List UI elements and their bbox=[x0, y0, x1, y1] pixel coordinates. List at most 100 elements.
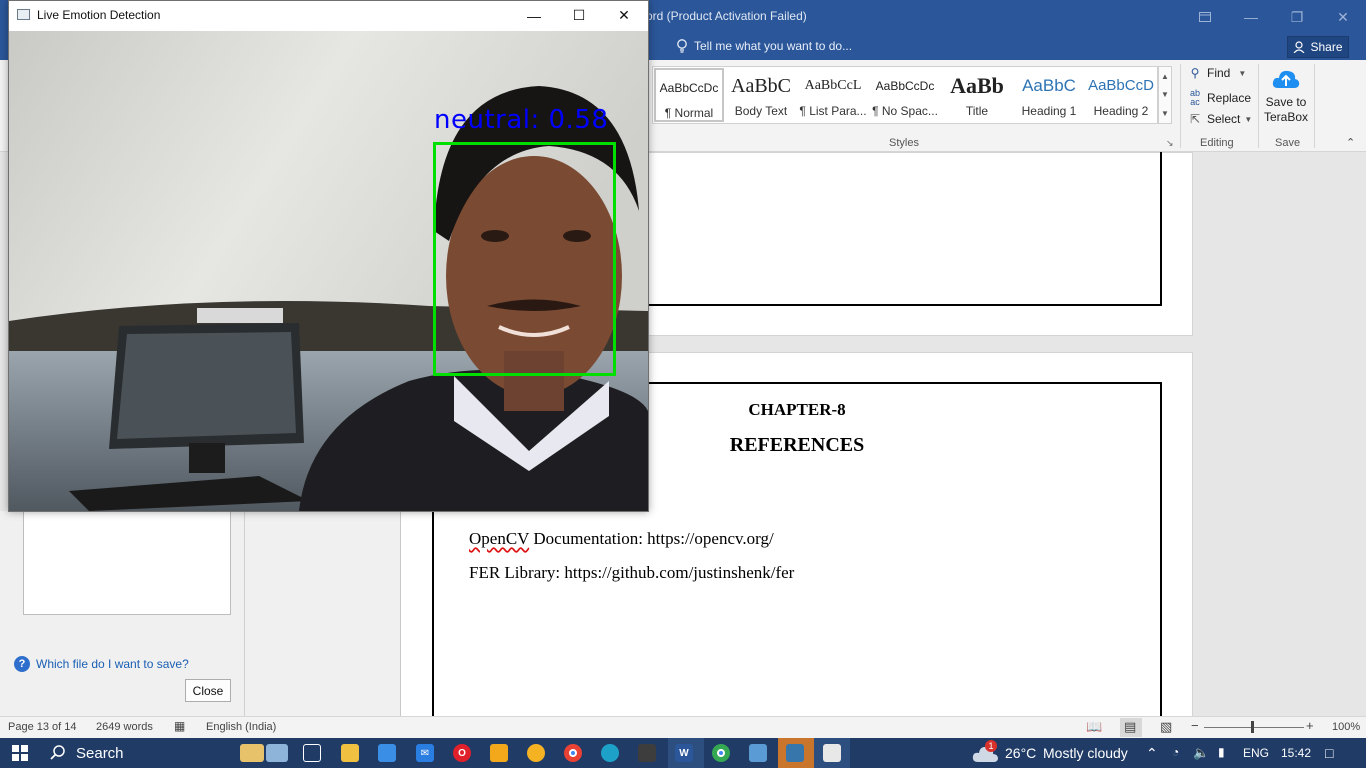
mail-icon[interactable]: ✉ bbox=[416, 744, 434, 762]
reference-fer: FER Library: https://github.com/justinsh… bbox=[469, 563, 795, 582]
taskbar-search[interactable]: Search bbox=[40, 738, 236, 768]
share-label: Share bbox=[1310, 40, 1343, 54]
lightbulb-icon bbox=[677, 39, 687, 53]
group-separator bbox=[1314, 64, 1315, 148]
windows-icon bbox=[12, 745, 28, 761]
notepad-icon[interactable] bbox=[823, 744, 841, 762]
minimize-button[interactable]: — bbox=[511, 1, 557, 30]
file-preview-box bbox=[23, 511, 231, 615]
emotion-window-title: Live Emotion Detection bbox=[37, 8, 161, 22]
microsoft-store-icon[interactable] bbox=[378, 744, 396, 762]
chrome-profile-icon[interactable] bbox=[712, 744, 730, 762]
styles-gallery-scroll[interactable]: ▲ ▼ ▼ bbox=[1158, 66, 1172, 124]
clock[interactable]: 15:42 bbox=[1281, 746, 1311, 760]
find-button[interactable]: ⚲ Find ▼ bbox=[1187, 66, 1247, 80]
replace-icon: ab ac bbox=[1189, 88, 1200, 107]
style-heading-1[interactable]: AaBbC Heading 1 bbox=[1014, 68, 1084, 122]
word-count[interactable]: 2649 words bbox=[96, 721, 153, 733]
close-pane-button[interactable]: Close bbox=[185, 679, 231, 702]
weather-badge: 1 bbox=[985, 740, 997, 752]
share-button[interactable]: Share bbox=[1287, 36, 1349, 58]
zoom-out-button[interactable]: − bbox=[1191, 718, 1199, 733]
pane-divider bbox=[400, 511, 401, 716]
start-button[interactable] bbox=[0, 738, 40, 768]
group-separator bbox=[1180, 64, 1181, 148]
battery-icon[interactable]: ▮ bbox=[1218, 745, 1225, 759]
app-window-icon[interactable] bbox=[638, 744, 656, 762]
search-icon bbox=[50, 745, 65, 760]
weather-temp[interactable]: 26°C bbox=[1005, 745, 1036, 761]
styles-dialog-launcher-icon[interactable]: ↘ bbox=[1166, 138, 1174, 149]
face-bounding-box bbox=[433, 142, 616, 376]
save-to-terabox-button[interactable]: Save to TeraBox bbox=[1264, 66, 1308, 125]
question-icon: ? bbox=[14, 656, 30, 672]
file-explorer-icon[interactable] bbox=[341, 744, 359, 762]
app-icon[interactable] bbox=[490, 744, 508, 762]
word-window-title: ord (Product Activation Failed) bbox=[646, 9, 807, 23]
language-indicator[interactable]: English (India) bbox=[206, 721, 276, 733]
replace-button[interactable]: ab ac Replace bbox=[1187, 89, 1251, 107]
maximize-button[interactable]: ☐ bbox=[556, 1, 602, 30]
wifi-icon[interactable]: ◔ bbox=[1172, 745, 1179, 759]
chevron-up-icon[interactable]: ▲ bbox=[1161, 72, 1169, 81]
styles-group-label: Styles bbox=[889, 137, 919, 149]
weather-desc[interactable]: Mostly cloudy bbox=[1043, 745, 1128, 761]
spelling-error[interactable]: OpenCV bbox=[469, 529, 529, 548]
chrome-icon[interactable] bbox=[564, 744, 582, 762]
chevron-down-icon[interactable]: ▼ bbox=[1161, 90, 1169, 99]
proofing-icon[interactable]: ▦ bbox=[174, 719, 185, 733]
laptop-icon[interactable] bbox=[266, 744, 288, 762]
more-styles-icon[interactable]: ▼ bbox=[1161, 109, 1169, 118]
style-body-text[interactable]: AaBbC Body Text bbox=[726, 68, 796, 122]
close-word-button[interactable]: ✕ bbox=[1320, 0, 1366, 34]
pane-divider bbox=[244, 511, 245, 716]
ribbon-display-options-button[interactable] bbox=[1182, 0, 1228, 34]
app-window-icon bbox=[17, 9, 30, 20]
style-no-spacing[interactable]: AaBbCcDc ¶ No Spac... bbox=[870, 68, 940, 122]
opera-icon[interactable]: O bbox=[453, 744, 471, 762]
zoom-in-button[interactable]: + bbox=[1306, 718, 1314, 733]
input-language[interactable]: ENG bbox=[1243, 746, 1269, 760]
notifications-icon[interactable]: □ bbox=[1325, 745, 1333, 761]
emotion-label: neutral: 0.58 bbox=[434, 105, 609, 135]
reference-opencv: OpenCV Documentation: https://opencv.org… bbox=[469, 529, 774, 548]
volume-icon[interactable]: 🔈 bbox=[1193, 745, 1209, 761]
weather-widget[interactable]: 1 bbox=[972, 740, 1004, 764]
word-icon[interactable]: W bbox=[675, 744, 693, 762]
person-icon bbox=[1294, 41, 1305, 53]
page-count[interactable]: Page 13 of 14 bbox=[8, 721, 77, 733]
read-mode-icon[interactable]: 📖 bbox=[1086, 719, 1102, 735]
tell-me-text: Tell me what you want to do... bbox=[694, 39, 853, 53]
search-icon: ⚲ bbox=[1190, 66, 1200, 80]
save-group-label: Save bbox=[1275, 137, 1301, 149]
select-button[interactable]: ⇱ Select ▼ bbox=[1187, 112, 1252, 126]
style-heading-2[interactable]: AaBbCcD Heading 2 bbox=[1086, 68, 1156, 122]
python-icon[interactable] bbox=[786, 744, 804, 762]
web-layout-icon[interactable]: ▧ bbox=[1160, 719, 1172, 735]
norton-icon[interactable] bbox=[527, 744, 545, 762]
help-link[interactable]: ? Which file do I want to save? bbox=[14, 656, 189, 672]
style-title[interactable]: AaBb Title bbox=[942, 68, 1012, 122]
zoom-slider-thumb[interactable] bbox=[1251, 721, 1254, 733]
status-bar: Page 13 of 14 2649 words ▦ English (Indi… bbox=[0, 716, 1366, 738]
zoom-slider-track[interactable] bbox=[1204, 727, 1304, 728]
group-separator bbox=[1258, 64, 1259, 148]
tell-me-search[interactable]: Tell me what you want to do... bbox=[676, 39, 852, 53]
chevron-down-icon: ▼ bbox=[1244, 114, 1253, 124]
style-normal[interactable]: AaBbCcDc ¶ Normal bbox=[654, 68, 724, 122]
collapse-ribbon-icon[interactable]: ⌃ bbox=[1346, 136, 1355, 149]
print-layout-icon[interactable]: ▤ bbox=[1124, 719, 1136, 735]
search-highlight-icon[interactable] bbox=[240, 744, 264, 762]
zoom-level[interactable]: 100% bbox=[1332, 721, 1360, 733]
close-button[interactable]: ✕ bbox=[601, 1, 647, 30]
restore-button[interactable]: ❐ bbox=[1274, 0, 1320, 34]
minimize-button[interactable]: — bbox=[1228, 0, 1274, 34]
editing-group-label: Editing bbox=[1200, 137, 1234, 149]
photos-icon[interactable] bbox=[749, 744, 767, 762]
chevron-down-icon: ▼ bbox=[1238, 68, 1247, 78]
style-list-paragraph[interactable]: AaBbCcL ¶ List Para... bbox=[798, 68, 868, 122]
chevron-up-icon[interactable]: ⌃ bbox=[1146, 745, 1158, 762]
cursor-arrow-icon: ⇱ bbox=[1189, 112, 1201, 126]
edge-icon[interactable] bbox=[601, 744, 619, 762]
task-view-icon[interactable] bbox=[303, 744, 321, 762]
